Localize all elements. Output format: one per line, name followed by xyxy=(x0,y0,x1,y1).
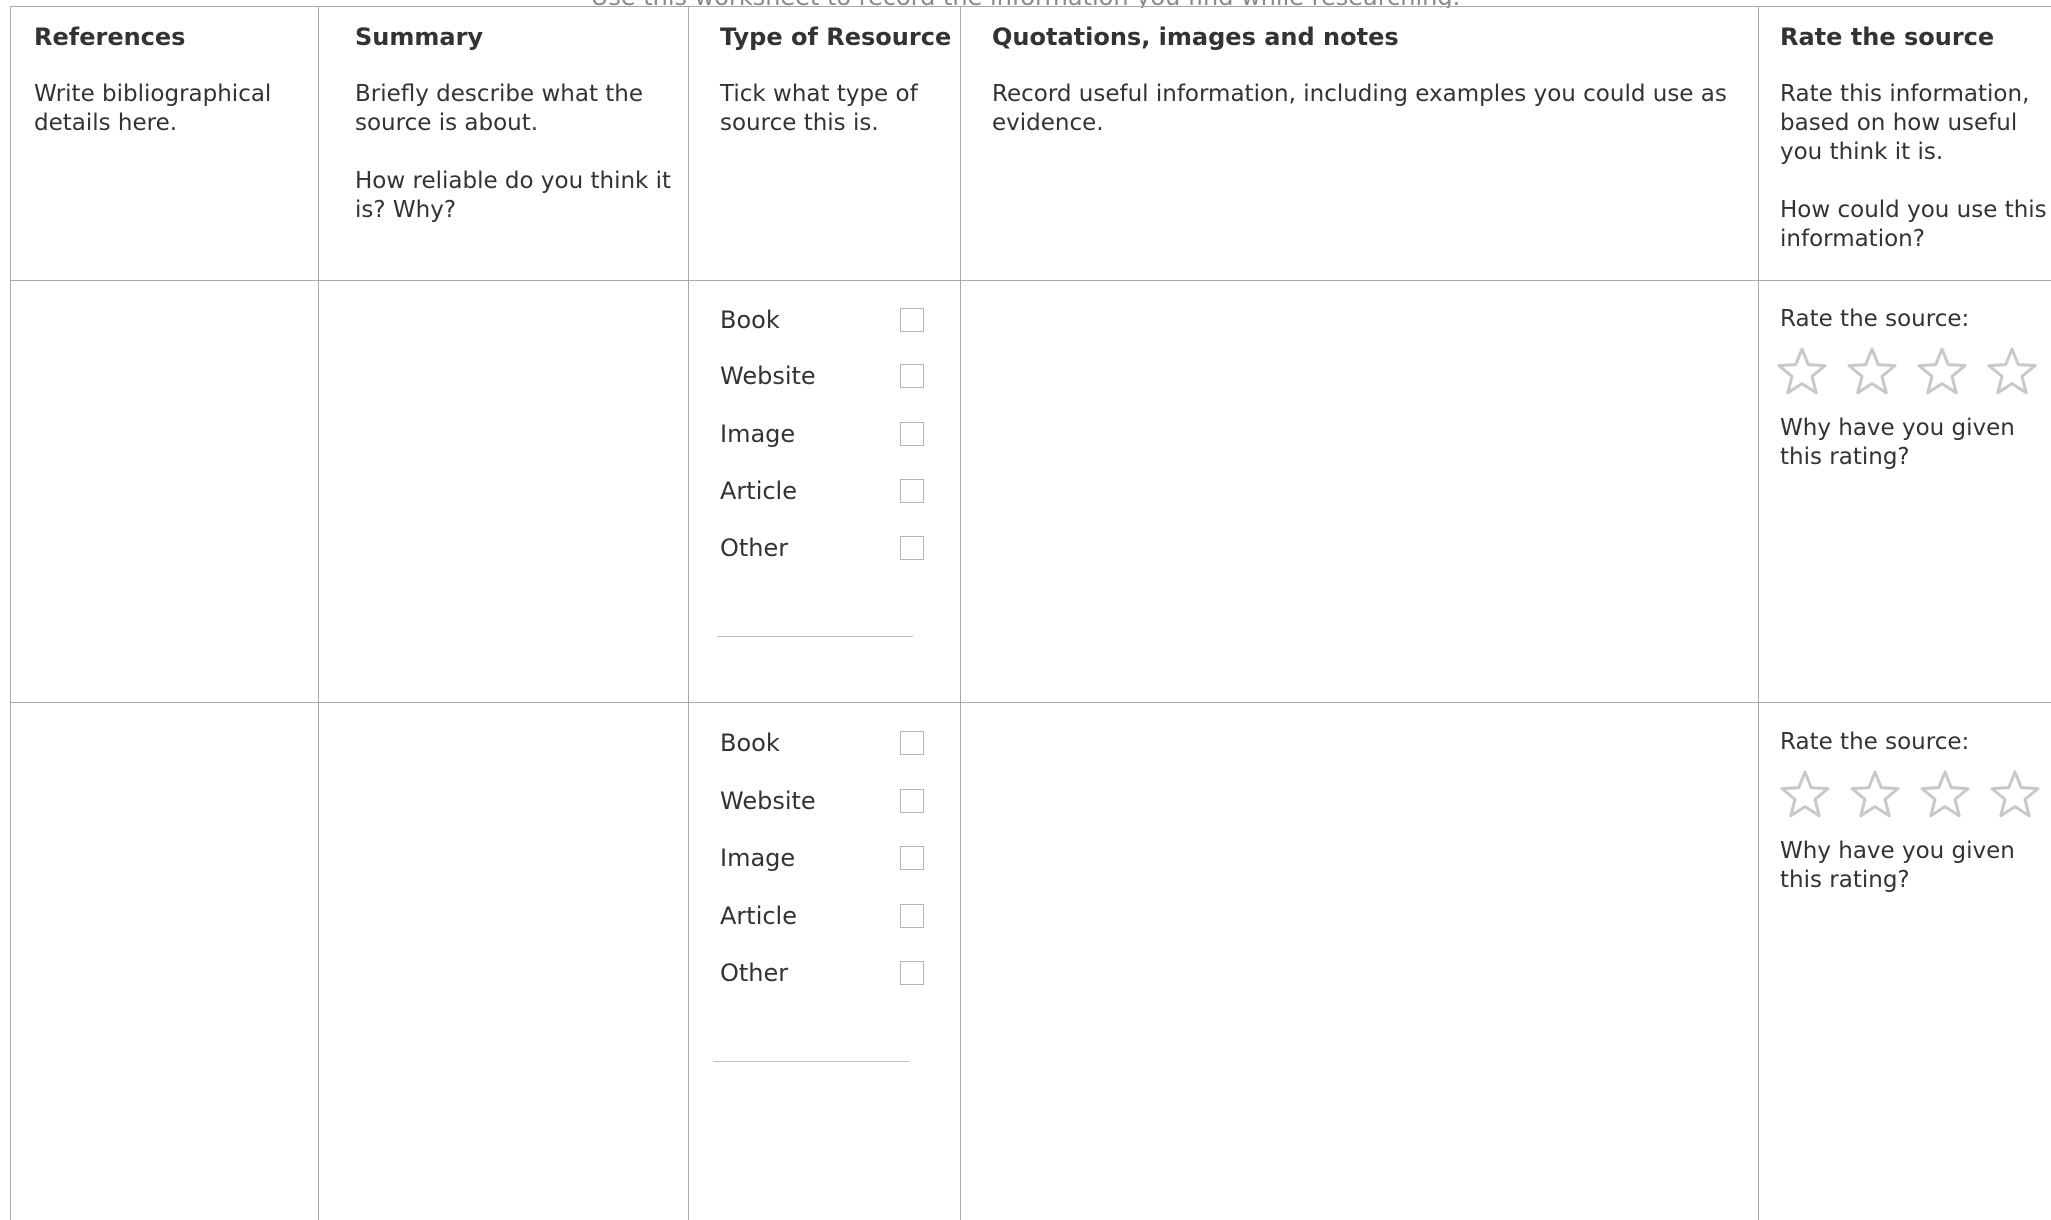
type-instructions: Tick what type of source this is. xyxy=(720,80,945,167)
image-checkbox[interactable] xyxy=(900,422,924,446)
rating-reason-prompt: Why have you given this rating? xyxy=(1780,838,2015,893)
star-icon[interactable] xyxy=(1984,345,2040,401)
other-write-in-line[interactable] xyxy=(713,1061,909,1062)
other-checkbox[interactable] xyxy=(900,961,924,985)
rate-instructions: Rate this information, based on how usef… xyxy=(1780,80,2050,283)
option-label: Website xyxy=(720,787,816,815)
type-text: Tick what type of source this is. xyxy=(720,81,918,136)
article-checkbox[interactable] xyxy=(900,479,924,503)
website-checkbox[interactable] xyxy=(900,364,924,388)
summary-cell[interactable] xyxy=(319,703,688,1220)
book-checkbox[interactable] xyxy=(900,308,924,332)
summary-text-2: How reliable do you think it is? Why? xyxy=(355,168,672,223)
book-checkbox[interactable] xyxy=(900,731,924,755)
option-label: Article xyxy=(720,477,797,505)
rating-reason-prompt: Why have you given this rating? xyxy=(1780,415,2015,470)
references-text: Write bibliographical details here. xyxy=(34,81,272,136)
option-label: Other xyxy=(720,534,789,562)
summary-title: Summary xyxy=(355,23,484,51)
article-checkbox[interactable] xyxy=(900,904,924,928)
option-label: Image xyxy=(720,420,796,448)
table-top-border xyxy=(10,6,2051,7)
summary-text-1: Briefly describe what the source is abou… xyxy=(355,81,644,136)
other-checkbox[interactable] xyxy=(900,536,924,560)
references-instructions: Write bibliographical details here. xyxy=(34,80,304,167)
notes-cell[interactable] xyxy=(961,281,1758,702)
option-label: Book xyxy=(720,729,780,757)
rate-the-source-label: Rate the source: xyxy=(1780,729,1970,755)
summary-cell[interactable] xyxy=(319,281,688,702)
summary-instructions: Briefly describe what the source is abou… xyxy=(355,80,675,254)
option-label: Book xyxy=(720,306,780,334)
rate-title: Rate the source xyxy=(1780,23,1995,51)
star-icon[interactable] xyxy=(1917,768,1973,824)
notes-text: Record useful information, including exa… xyxy=(992,81,1727,136)
star-icon[interactable] xyxy=(1777,768,1833,824)
star-rating[interactable] xyxy=(1774,345,2051,401)
notes-cell[interactable] xyxy=(961,703,1758,1220)
type-title: Type of Resource xyxy=(720,23,952,51)
rate-text-1: Rate this information, based on how usef… xyxy=(1780,81,2030,165)
references-cell[interactable] xyxy=(11,281,318,702)
option-label: Website xyxy=(720,362,816,390)
option-label: Article xyxy=(720,902,797,930)
image-checkbox[interactable] xyxy=(900,846,924,870)
star-icon[interactable] xyxy=(1847,768,1903,824)
website-checkbox[interactable] xyxy=(900,789,924,813)
star-rating[interactable] xyxy=(1777,768,2051,824)
notes-title: Quotations, images and notes xyxy=(992,23,1399,51)
star-icon[interactable] xyxy=(1914,345,1970,401)
rate-text-2: How could you use this information? xyxy=(1780,197,2047,252)
notes-instructions: Record useful information, including exa… xyxy=(992,80,1742,167)
rate-the-source-label: Rate the source: xyxy=(1780,306,1970,332)
option-label: Image xyxy=(720,844,796,872)
references-cell[interactable] xyxy=(11,703,318,1220)
star-icon[interactable] xyxy=(1844,345,1900,401)
star-icon[interactable] xyxy=(1987,768,2043,824)
option-label: Other xyxy=(720,959,789,987)
column-divider-4 xyxy=(1758,6,1759,1220)
star-icon[interactable] xyxy=(1774,345,1830,401)
other-write-in-line[interactable] xyxy=(717,636,913,637)
references-title: References xyxy=(34,23,186,51)
column-divider-2 xyxy=(688,6,689,1220)
